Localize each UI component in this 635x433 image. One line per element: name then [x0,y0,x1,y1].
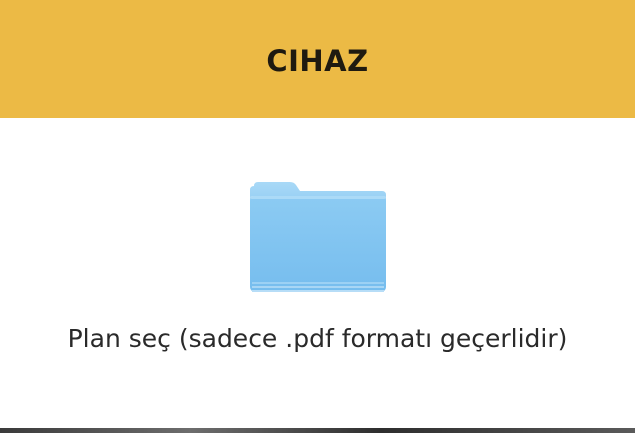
page-title: CIHAZ [266,44,369,78]
header-bar: CIHAZ [0,0,635,118]
folder-icon[interactable] [248,182,388,296]
device-upload-panel: CIHAZ Plan seç (sadece .pdf formatı geçe… [0,0,635,433]
file-picker-area[interactable]: Plan seç (sadece .pdf formatı geçerlidir… [0,118,635,428]
upload-label[interactable]: Plan seç (sadece .pdf formatı geçerlidir… [68,324,568,353]
bottom-edge-strip [0,428,635,433]
